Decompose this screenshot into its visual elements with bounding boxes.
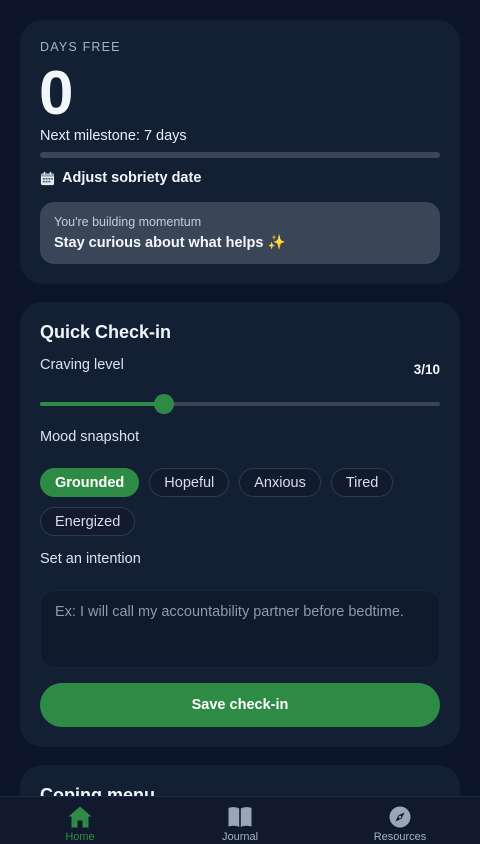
mood-chip-energized[interactable]: Energized <box>40 507 136 536</box>
tab-journal[interactable]: Journal <box>160 797 320 844</box>
bottom-tab-bar: Home Journal Resources <box>0 796 480 844</box>
tab-home-label: Home <box>65 831 95 843</box>
craving-level-slider[interactable] <box>40 394 440 414</box>
tab-journal-label: Journal <box>221 831 259 843</box>
mood-chip-group: Grounded Hopeful Anxious Tired Energized <box>40 468 440 536</box>
mood-chip-tired[interactable]: Tired <box>330 468 394 497</box>
mood-chip-grounded[interactable]: Grounded <box>40 468 140 497</box>
save-checkin-button[interactable]: Save check-in <box>40 683 440 727</box>
intention-label: Set an intention <box>40 551 141 567</box>
mood-chip-hopeful[interactable]: Hopeful <box>149 468 230 497</box>
milestone-progress-bar <box>40 152 440 158</box>
momentum-banner: You're building momentum Stay curious ab… <box>40 202 440 264</box>
coping-menu-card: Coping menu <box>20 765 460 796</box>
mood-snapshot-label: Mood snapshot <box>40 429 140 445</box>
book-icon <box>228 807 252 827</box>
craving-slider-fill <box>40 402 164 406</box>
home-icon <box>68 806 92 828</box>
days-free-count: 0 <box>39 59 74 128</box>
momentum-title: Stay curious about what helps ✨ <box>54 235 286 251</box>
quick-checkin-title: Quick Check-in <box>40 322 172 342</box>
calendar-icon <box>40 171 55 185</box>
tab-resources-label: Resources <box>373 831 427 843</box>
craving-level-value: 3/10 <box>413 362 440 377</box>
craving-slider-thumb[interactable] <box>154 394 174 414</box>
intention-input[interactable] <box>40 590 440 668</box>
coping-menu-title: Coping menu <box>40 785 155 796</box>
next-milestone-text: Next milestone: 7 days <box>40 128 187 144</box>
tab-home[interactable]: Home <box>0 797 160 844</box>
tab-resources[interactable]: Resources <box>320 797 480 844</box>
momentum-subtitle: You're building momentum <box>54 215 202 229</box>
compass-icon <box>389 806 411 828</box>
craving-level-label: Craving level <box>40 357 124 373</box>
home-scroll-view[interactable]: DAYS FREE 0 Next milestone: 7 days Adjus… <box>0 0 480 796</box>
quick-checkin-card: Quick Check-in Craving level 3/10 Mood s… <box>20 302 460 747</box>
adjust-sobriety-date-label: Adjust sobriety date <box>62 170 202 186</box>
adjust-sobriety-date-button[interactable]: Adjust sobriety date <box>40 170 201 186</box>
days-free-eyebrow: DAYS FREE <box>40 40 121 54</box>
mood-chip-anxious[interactable]: Anxious <box>239 468 321 497</box>
days-free-card: DAYS FREE 0 Next milestone: 7 days Adjus… <box>20 20 460 284</box>
